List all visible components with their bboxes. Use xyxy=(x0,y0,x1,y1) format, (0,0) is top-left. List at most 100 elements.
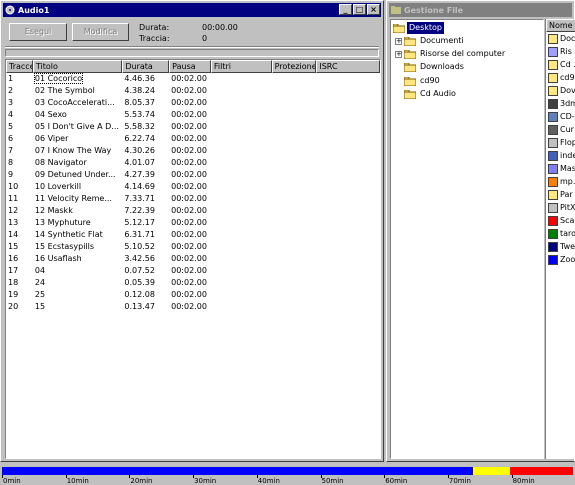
track-number: 5 xyxy=(8,122,14,131)
table-row[interactable]: 14 14 Synthetic Flat 6.31.71 00:02.00 xyxy=(6,229,380,241)
file-list-item[interactable]: inde xyxy=(546,149,575,162)
table-row[interactable]: 11 11 Velocity Reme... 7.33.71 00:02.00 xyxy=(6,193,380,205)
file-list-item[interactable]: Par xyxy=(546,188,575,201)
track-duration: 4.38.24 xyxy=(124,86,155,95)
tree-item[interactable]: Downloads xyxy=(395,61,466,73)
file-list-item[interactable]: Mas xyxy=(546,162,575,175)
col-header-pause[interactable]: Pausa xyxy=(169,60,211,73)
file-list-item[interactable]: Doc xyxy=(546,32,575,45)
file-icon xyxy=(548,98,558,109)
track-title: 10 Loverkill xyxy=(34,182,82,191)
edit-button[interactable]: Modifica xyxy=(72,23,129,41)
track-duration: 4.14.69 xyxy=(124,182,155,191)
col-header-duration[interactable]: Durata xyxy=(122,60,170,73)
file-name: Doc xyxy=(560,34,575,43)
warning-capacity-bar xyxy=(473,467,510,475)
run-button[interactable]: Esegui xyxy=(9,23,67,41)
file-list-item[interactable]: Cur xyxy=(546,123,575,136)
track-protection xyxy=(272,121,317,133)
file-list-item[interactable]: Ris xyxy=(546,45,575,58)
file-list-item[interactable]: taro xyxy=(546,227,575,240)
table-row[interactable]: 16 16 Usaflash 3.42.56 00:02.00 xyxy=(6,253,380,265)
table-row[interactable]: 12 12 Maskk 7.22.39 00:02.00 xyxy=(6,205,380,217)
file-manager-titlebar[interactable]: Gestione File xyxy=(389,3,572,17)
tree-item[interactable]: + Documenti xyxy=(395,35,466,47)
table-row[interactable]: 4 04 Sexo 5.53.74 00:02.00 xyxy=(6,109,380,121)
expand-icon[interactable]: + xyxy=(395,37,402,45)
track-number: 3 xyxy=(8,98,14,107)
close-button[interactable]: × xyxy=(367,4,380,15)
track-number: 11 xyxy=(8,194,19,203)
col-header-name[interactable]: Nome xyxy=(546,19,575,32)
track-isrc xyxy=(316,157,380,169)
tree-item[interactable]: cd90 xyxy=(395,75,442,87)
table-row[interactable]: 10 10 Loverkill 4.14.69 00:02.00 xyxy=(6,181,380,193)
file-list-item[interactable]: PitX xyxy=(546,201,575,214)
track-duration: 4.27.39 xyxy=(124,170,155,179)
track-number: 12 xyxy=(8,206,19,215)
track-duration: 0.05.39 xyxy=(124,278,155,287)
track-title: 07 I Know The Way xyxy=(34,146,112,155)
file-list-item[interactable]: Cd . xyxy=(546,58,575,71)
col-header-filters[interactable]: Filtri xyxy=(210,60,272,73)
file-list-item[interactable]: cd9 xyxy=(546,71,575,84)
audio-window: Audio1 _ □ × Esegui Modifica Durata: 00:… xyxy=(0,0,384,462)
table-row[interactable]: 3 03 CocoAccelerati... 8.05.37 00:02.00 xyxy=(6,97,380,109)
table-row[interactable]: 15 15 Ecstasypills 5.10.52 00:02.00 xyxy=(6,241,380,253)
file-list-item[interactable]: Dov xyxy=(546,84,575,97)
track-protection xyxy=(272,217,317,229)
track-filters xyxy=(211,217,272,229)
track-duration: 8.05.37 xyxy=(124,98,155,107)
file-list-item[interactable]: Sca xyxy=(546,214,575,227)
file-list-item[interactable]: Twe xyxy=(546,240,575,253)
track-pause: 00:02.00 xyxy=(171,98,207,107)
file-name: cd9 xyxy=(560,73,575,82)
track-protection xyxy=(272,193,317,205)
track-pause: 00:02.00 xyxy=(171,86,207,95)
file-name: 3dm xyxy=(560,99,575,108)
track-protection xyxy=(272,109,317,121)
file-name: Cd . xyxy=(560,60,575,69)
file-list-item[interactable]: Flop xyxy=(546,136,575,149)
audio-titlebar[interactable]: Audio1 _ □ × xyxy=(3,3,381,17)
file-icon xyxy=(548,241,558,252)
table-row[interactable]: 8 08 Navigator 4.01.07 00:02.00 xyxy=(6,157,380,169)
file-list-item[interactable]: CD- xyxy=(546,110,575,123)
tree-item[interactable]: + Risorse del computer xyxy=(395,48,507,60)
table-row[interactable]: 9 09 Detuned Under... 4.27.39 00:02.00 xyxy=(6,169,380,181)
file-icon xyxy=(548,124,558,135)
table-row[interactable]: 7 07 I Know The Way 4.30.26 00:02.00 xyxy=(6,145,380,157)
table-row[interactable]: 17 04 0.07.52 00:02.00 xyxy=(6,265,380,277)
tree-item[interactable]: Cd Audio xyxy=(395,88,458,100)
table-row[interactable]: 13 13 Myphuture 5.12.17 00:02.00 xyxy=(6,217,380,229)
table-row[interactable]: 19 25 0.12.08 00:02.00 xyxy=(6,289,380,301)
col-header-title[interactable]: Titolo xyxy=(32,60,123,73)
col-header-protection[interactable]: Protezione xyxy=(271,60,317,73)
table-row[interactable]: 6 06 Viper 6.22.74 00:02.00 xyxy=(6,133,380,145)
file-list-item[interactable]: mp. xyxy=(546,175,575,188)
track-protection xyxy=(272,253,317,265)
file-list-item[interactable]: Zoo xyxy=(546,253,575,266)
track-isrc xyxy=(316,97,380,109)
table-row[interactable]: 18 24 0.05.39 00:02.00 xyxy=(6,277,380,289)
table-row[interactable]: 5 05 I Don't Give A D... 5.58.32 00:02.00 xyxy=(6,121,380,133)
file-list-item[interactable]: 3dm xyxy=(546,97,575,110)
track-pause: 00:02.00 xyxy=(171,290,207,299)
track-title: 25 xyxy=(34,290,46,299)
track-isrc xyxy=(316,73,380,85)
maximize-button[interactable]: □ xyxy=(353,4,366,15)
table-row[interactable]: 2 02 The Symbol 4.38.24 00:02.00 xyxy=(6,85,380,97)
track-duration: 0.12.08 xyxy=(124,290,155,299)
tree-item[interactable]: Desktop xyxy=(393,22,444,34)
track-filters xyxy=(211,169,272,181)
col-header-isrc[interactable]: ISRC xyxy=(316,60,380,73)
table-row[interactable]: 20 15 0.13.47 00:02.00 xyxy=(6,301,380,313)
track-title: 15 Ecstasypills xyxy=(34,242,95,251)
track-filters xyxy=(211,289,272,301)
file-icon xyxy=(548,46,558,57)
expand-icon[interactable]: + xyxy=(395,50,402,58)
used-capacity-bar xyxy=(2,467,473,475)
table-row[interactable]: 1 01 Cocorico 4.46.36 00:02.00 xyxy=(6,73,380,85)
col-header-tracks[interactable]: Tracce xyxy=(6,60,33,73)
minimize-button[interactable]: _ xyxy=(339,4,352,15)
